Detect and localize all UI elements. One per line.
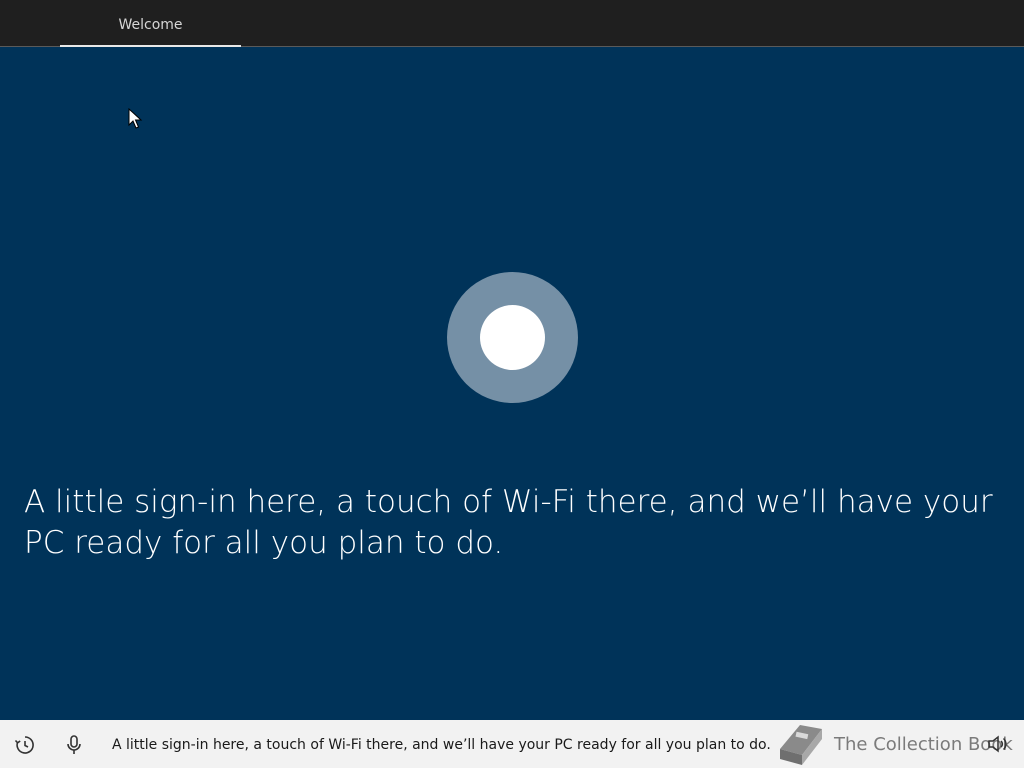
watermark: The Collection Book <box>772 720 1013 768</box>
mouse-cursor-icon <box>128 108 143 129</box>
header-bar: Welcome <box>0 0 1024 47</box>
welcome-message: A little sign-in here, a touch of Wi-Fi … <box>24 484 993 561</box>
volume-icon[interactable] <box>986 733 1008 755</box>
active-tab-indicator <box>60 45 241 47</box>
microphone-icon[interactable] <box>63 734 85 756</box>
bottom-bar: A little sign-in here, a touch of Wi-Fi … <box>0 720 1024 768</box>
tab-welcome[interactable]: Welcome <box>60 0 241 46</box>
oobe-screen: Welcome A little sign-in here, a touch o… <box>0 0 1024 768</box>
narration-caption: A little sign-in here, a touch of Wi-Fi … <box>112 737 771 753</box>
accessibility-icon[interactable] <box>14 734 36 756</box>
cortana-core <box>480 305 545 370</box>
book-icon <box>780 725 822 765</box>
